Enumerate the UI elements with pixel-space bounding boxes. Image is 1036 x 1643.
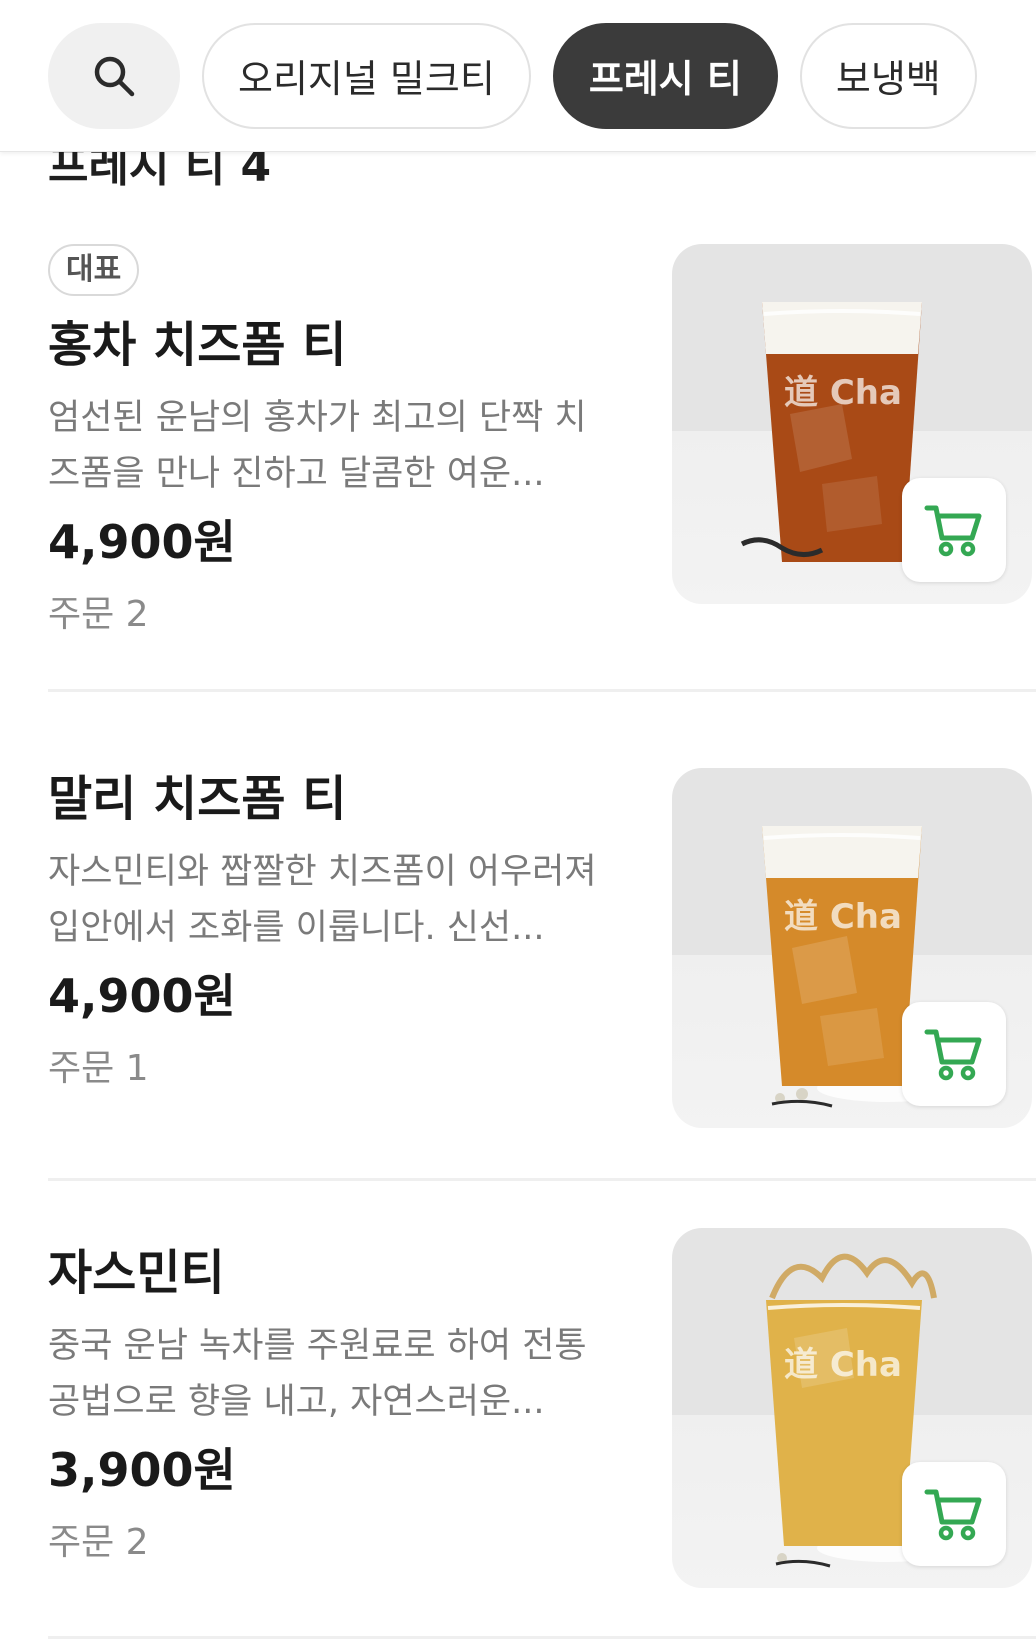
menu-item[interactable]: 자스민티 중국 운남 녹차를 주원료로 하여 전통공법으로 향을 내고, 자연스…: [48, 1228, 1036, 1588]
search-button[interactable]: [48, 22, 180, 129]
item-divider: [48, 689, 1036, 692]
category-tab-bar: 오리지널 밀크티 프레시 티 보냉백: [0, 0, 1036, 152]
tab-cooler-bag[interactable]: 보냉백: [799, 22, 977, 129]
menu-item-price: 4,900원: [48, 515, 236, 569]
add-to-cart-button[interactable]: [902, 1462, 1006, 1566]
tab-original-milk-tea[interactable]: 오리지널 밀크티: [202, 22, 531, 129]
menu-item-description: 엄선된 운남의 홍차가 최고의 단짝 치즈폼을 만나 진하고 달콤한 여운...: [48, 398, 587, 494]
cart-icon: [924, 1029, 982, 1081]
menu-item-image[interactable]: 道 Cha: [672, 1228, 1032, 1588]
menu-item-price: 3,900원: [48, 1443, 236, 1497]
svg-text:道 Cha: 道 Cha: [784, 373, 902, 413]
menu-item-description: 중국 운남 녹차를 주원료로 하여 전통공법으로 향을 내고, 자연스러운...: [48, 1326, 587, 1422]
menu-item-name: 자스민티: [48, 1245, 225, 1301]
menu-item-price: 4,900원: [48, 969, 236, 1023]
svg-text:道 Cha: 道 Cha: [784, 897, 902, 937]
menu-item-name: 말리 치즈폼 티: [48, 771, 347, 827]
menu-item-name: 홍차 치즈폼 티: [48, 317, 347, 373]
menu-item[interactable]: 말리 치즈폼 티 자스민티와 짭짤한 치즈폼이 어우러져 입안에서 조화를 이룹…: [48, 768, 1036, 1128]
tab-fresh-tea[interactable]: 프레시 티: [552, 22, 778, 129]
cart-icon: [924, 1489, 982, 1541]
cart-icon: [924, 505, 982, 557]
menu-item-image[interactable]: 道 Cha: [672, 244, 1032, 604]
menu-item-description: 자스민티와 짭짤한 치즈폼이 어우러져 입안에서 조화를 이룹니다. 신선...: [48, 852, 597, 948]
menu-item-order-count: 주문 1: [48, 1048, 149, 1089]
search-icon: [94, 56, 135, 96]
add-to-cart-button[interactable]: [902, 478, 1006, 582]
menu-item-order-count: 주문 2: [48, 1522, 149, 1563]
menu-item[interactable]: 대표 홍차 치즈폼 티 엄선된 운남의 홍차가 최고의 단짝 치즈폼을 만나 진…: [48, 244, 1036, 644]
item-divider: [48, 1178, 1036, 1181]
menu-item-image[interactable]: 道 Cha: [672, 768, 1032, 1128]
add-to-cart-button[interactable]: [902, 1002, 1006, 1106]
signature-badge: 대표: [48, 244, 140, 296]
svg-text:道 Cha: 道 Cha: [784, 1345, 902, 1385]
item-divider: [48, 1636, 1036, 1639]
menu-item-order-count: 주문 2: [48, 594, 149, 635]
